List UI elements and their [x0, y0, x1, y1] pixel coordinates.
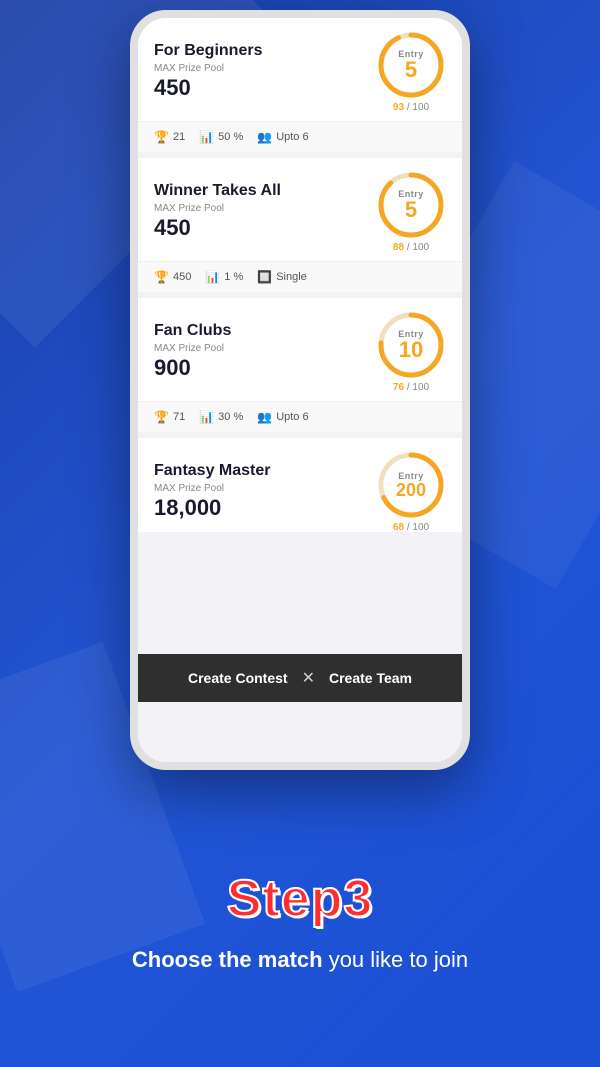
entry-circle-fantasy: Entry 200 68 / 100 — [376, 450, 446, 533]
prize-label-beginners: MAX Prize Pool — [154, 63, 376, 74]
slots-total-beginners: 100 — [412, 102, 429, 113]
entry-inner-fantasy: Entry 200 — [376, 450, 446, 520]
entry-num-winner: 5 — [405, 199, 417, 221]
stat-val-single-winner: Single — [276, 271, 307, 283]
contest-info-winner: Winner Takes All MAX Prize Pool 450 — [154, 182, 376, 241]
stat-trophy-beginners: 🏆 21 — [154, 130, 185, 144]
prize-label-winner: MAX Prize Pool — [154, 203, 376, 214]
entry-num-fantasy: 200 — [396, 481, 426, 499]
stat-val-chart-beginners: 50 % — [218, 131, 243, 143]
single-icon-winner: 🔲 — [257, 270, 272, 284]
contest-stats-winner: 🏆 450 📊 1 % 🔲 Single — [138, 261, 462, 292]
contest-card-winner[interactable]: Winner Takes All MAX Prize Pool 450 Entr… — [138, 158, 462, 298]
toolbar-divider-icon: ✕ — [302, 668, 315, 688]
slots-total-fanclubs: 100 — [412, 382, 429, 393]
entry-circle-beginners: Entry 5 93 / 100 — [376, 30, 446, 113]
create-contest-button[interactable]: Create Contest — [188, 670, 288, 686]
slots-fantasy: 68 / 100 — [393, 522, 429, 533]
contest-info-fantasy: Fantasy Master MAX Prize Pool 18,000 — [154, 462, 376, 521]
stat-team-fanclubs: 👥 Upto 6 — [257, 410, 308, 424]
prize-label-fantasy: MAX Prize Pool — [154, 483, 376, 494]
entry-circle-svg-fanclubs: Entry 10 — [376, 310, 446, 380]
stat-chart-winner: 📊 1 % — [205, 270, 243, 284]
step-title: Step3 — [227, 869, 374, 929]
chart-icon-beginners: 📊 — [199, 130, 214, 144]
stat-val-trophy-beginners: 21 — [173, 131, 185, 143]
prize-amount-winner: 450 — [154, 215, 376, 241]
entry-num-fanclubs: 10 — [399, 339, 423, 361]
contest-main-winner: Winner Takes All MAX Prize Pool 450 Entr… — [138, 158, 462, 261]
entry-circle-svg-beginners: Entry 5 — [376, 30, 446, 100]
entry-circle-svg-winner: Entry 5 — [376, 170, 446, 240]
contest-stats-fanclubs: 🏆 71 📊 30 % 👥 Upto 6 — [138, 401, 462, 432]
stat-val-team-beginners: Upto 6 — [276, 131, 308, 143]
entry-inner-fanclubs: Entry 10 — [376, 310, 446, 380]
prize-amount-fanclubs: 900 — [154, 355, 376, 381]
trophy-icon-fanclubs: 🏆 — [154, 410, 169, 424]
slots-total-fantasy: 100 — [412, 522, 429, 533]
stat-val-chart-winner: 1 % — [224, 271, 243, 283]
stat-val-trophy-winner: 450 — [173, 271, 191, 283]
team-icon-beginners: 👥 — [257, 130, 272, 144]
stat-trophy-winner: 🏆 450 — [154, 270, 191, 284]
slots-beginners: 93 / 100 — [393, 102, 429, 113]
entry-num-beginners: 5 — [405, 59, 417, 81]
prize-amount-beginners: 450 — [154, 75, 376, 101]
contest-main-fantasy: Fantasy Master MAX Prize Pool 18,000 Ent… — [138, 438, 462, 538]
contest-main-beginners: For Beginners MAX Prize Pool 450 Entry — [138, 18, 462, 121]
team-icon-fanclubs: 👥 — [257, 410, 272, 424]
create-team-button[interactable]: Create Team — [329, 670, 412, 686]
contest-title-fanclubs: Fan Clubs — [154, 322, 376, 340]
subtitle-normal: you like to join — [323, 947, 469, 972]
slots-filled-beginners: 93 — [393, 102, 404, 113]
stat-val-trophy-fanclubs: 71 — [173, 411, 185, 423]
chart-icon-fanclubs: 📊 — [199, 410, 214, 424]
subtitle-bold: Choose the match — [132, 947, 323, 972]
phone-screen: For Beginners MAX Prize Pool 450 Entry — [138, 18, 462, 762]
trophy-icon-winner: 🏆 — [154, 270, 169, 284]
slots-filled-winner: 88 — [393, 242, 404, 253]
contest-title-fantasy: Fantasy Master — [154, 462, 376, 480]
contest-card-fanclubs[interactable]: Fan Clubs MAX Prize Pool 900 Entry — [138, 298, 462, 438]
stat-chart-beginners: 📊 50 % — [199, 130, 243, 144]
prize-label-fanclubs: MAX Prize Pool — [154, 343, 376, 354]
step-subtitle: Choose the match you like to join — [132, 945, 468, 976]
slots-fanclubs: 76 / 100 — [393, 382, 429, 393]
contest-info-beginners: For Beginners MAX Prize Pool 450 — [154, 42, 376, 101]
contests-list: For Beginners MAX Prize Pool 450 Entry — [138, 18, 462, 762]
slots-winner: 88 / 100 — [393, 242, 429, 253]
stat-val-chart-fanclubs: 30 % — [218, 411, 243, 423]
contest-title-winner: Winner Takes All — [154, 182, 376, 200]
slots-filled-fantasy: 68 — [393, 522, 404, 533]
phone-mockup: For Beginners MAX Prize Pool 450 Entry — [130, 10, 470, 770]
slots-filled-fanclubs: 76 — [393, 382, 404, 393]
prize-amount-fantasy: 18,000 — [154, 495, 376, 521]
chart-icon-winner: 📊 — [205, 270, 220, 284]
entry-inner-beginners: Entry 5 — [376, 30, 446, 100]
bottom-toolbar: Create Contest ✕ Create Team — [138, 654, 462, 702]
stat-trophy-fanclubs: 🏆 71 — [154, 410, 185, 424]
stat-single-winner: 🔲 Single — [257, 270, 307, 284]
trophy-icon-beginners: 🏆 — [154, 130, 169, 144]
entry-circle-winner: Entry 5 88 / 100 — [376, 170, 446, 253]
stat-chart-fanclubs: 📊 30 % — [199, 410, 243, 424]
contest-card-beginners[interactable]: For Beginners MAX Prize Pool 450 Entry — [138, 18, 462, 158]
entry-circle-svg-fantasy: Entry 200 — [376, 450, 446, 520]
contest-info-fanclubs: Fan Clubs MAX Prize Pool 900 — [154, 322, 376, 381]
contest-title-beginners: For Beginners — [154, 42, 376, 60]
contest-stats-beginners: 🏆 21 📊 50 % 👥 Upto 6 — [138, 121, 462, 152]
entry-inner-winner: Entry 5 — [376, 170, 446, 240]
contest-card-fantasy[interactable]: Fantasy Master MAX Prize Pool 18,000 Ent… — [138, 438, 462, 538]
stat-val-team-fanclubs: Upto 6 — [276, 411, 308, 423]
entry-circle-fanclubs: Entry 10 76 / 100 — [376, 310, 446, 393]
contest-main-fanclubs: Fan Clubs MAX Prize Pool 900 Entry — [138, 298, 462, 401]
slots-total-winner: 100 — [412, 242, 429, 253]
bottom-section: Step3 Choose the match you like to join — [0, 777, 600, 1067]
stat-team-beginners: 👥 Upto 6 — [257, 130, 308, 144]
